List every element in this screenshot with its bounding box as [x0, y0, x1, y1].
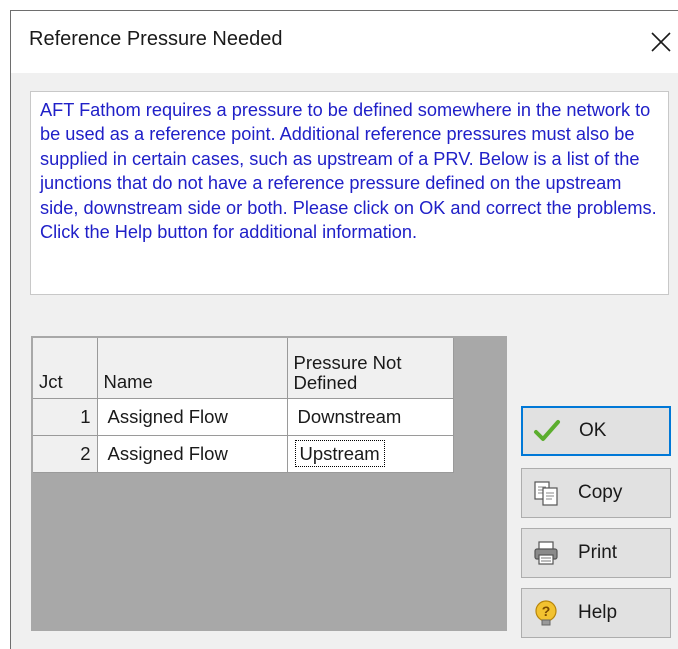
row-name[interactable]: Assigned Flow: [97, 435, 288, 473]
close-icon: [651, 32, 671, 52]
message-text: AFT Fathom requires a pressure to be def…: [40, 100, 657, 243]
print-button[interactable]: Print: [521, 528, 671, 578]
dialog-title: Reference Pressure Needed: [29, 28, 283, 50]
print-button-label: Print: [578, 542, 618, 563]
row-pressure-not-defined[interactable]: Upstream: [287, 435, 454, 473]
junction-grid[interactable]: Jct Name Pressure Not Defined 1 Assigned…: [31, 336, 507, 631]
help-button[interactable]: ? Help: [521, 588, 671, 638]
message-box: AFT Fathom requires a pressure to be def…: [30, 91, 669, 295]
ok-button-label: OK: [579, 420, 607, 441]
header-jct: Jct: [33, 338, 98, 399]
checkmark-icon: [533, 417, 561, 445]
printer-icon: [532, 539, 560, 567]
table-row[interactable]: 2 Assigned Flow Upstream: [33, 435, 454, 473]
header-pressure-line1: Pressure Not: [293, 351, 402, 373]
row-pressure-not-defined[interactable]: Downstream: [287, 398, 454, 436]
copy-button-label: Copy: [578, 482, 623, 503]
row-jct: 1: [33, 398, 98, 436]
header-pressure-line2: Defined: [293, 371, 358, 393]
header-pressure-not-defined: Pressure Not Defined: [287, 338, 454, 399]
copy-button[interactable]: Copy: [521, 468, 671, 518]
title-bar: Reference Pressure Needed: [11, 11, 678, 73]
svg-text:?: ?: [542, 603, 551, 619]
header-name: Name: [97, 338, 288, 399]
table-row[interactable]: 1 Assigned Flow Downstream: [33, 398, 454, 436]
row-name[interactable]: Assigned Flow: [97, 398, 288, 436]
junction-table: Jct Name Pressure Not Defined 1 Assigned…: [33, 338, 454, 473]
help-button-label: Help: [578, 602, 618, 623]
focused-cell-value: Upstream: [294, 439, 385, 467]
help-icon: ?: [532, 599, 560, 627]
row-jct: 2: [33, 435, 98, 473]
copy-icon: [532, 479, 560, 507]
table-header-row: Jct Name Pressure Not Defined: [33, 338, 454, 399]
close-button[interactable]: [642, 21, 678, 61]
reference-pressure-dialog: Reference Pressure Needed AFT Fathom req…: [10, 10, 678, 649]
ok-button[interactable]: OK: [521, 406, 671, 456]
